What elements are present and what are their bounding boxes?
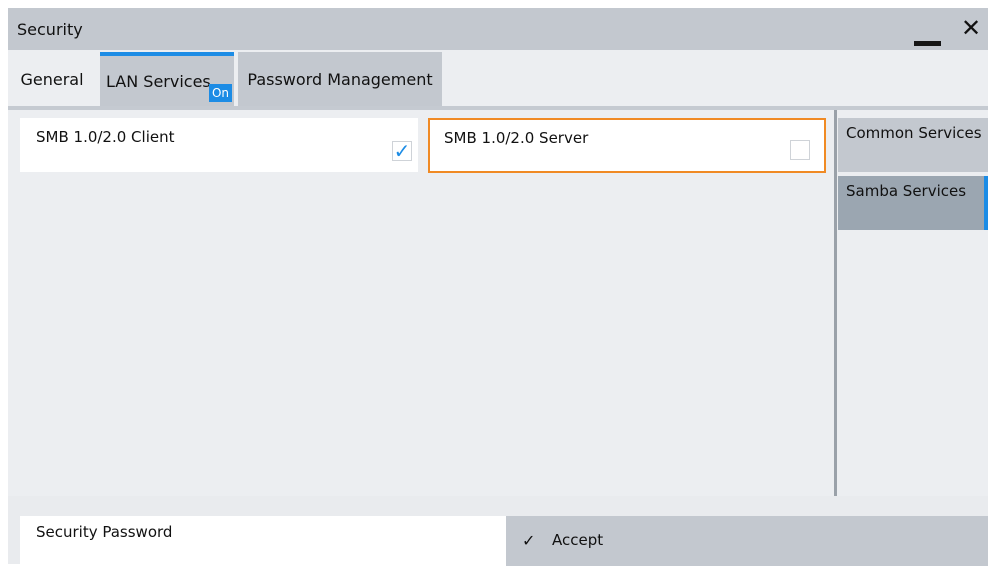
accept-label: Accept [552,531,604,549]
status-badge: On [209,84,232,102]
side-nav-common-services[interactable]: Common Services [838,118,988,172]
smb-client-checkbox[interactable]: ✓ [392,141,412,161]
smb-client-label: SMB 1.0/2.0 Client [36,128,175,146]
side-nav-common-services-label: Common Services [846,124,982,142]
tab-password-management[interactable]: Password Management [238,52,442,106]
tab-lan-services-label: LAN Services [106,71,211,91]
tab-lan-services[interactable]: LAN Services On [100,52,234,106]
close-icon[interactable]: ✕ [958,14,984,42]
title-bar: Security ✕ [8,8,988,50]
tab-password-management-label: Password Management [247,69,433,89]
smb-server-label: SMB 1.0/2.0 Server [444,129,589,147]
side-nav-samba-services-label: Samba Services [846,182,967,200]
smb-server-checkbox[interactable] [790,140,810,160]
window-title: Security [17,20,83,39]
side-nav-samba-services[interactable]: Samba Services [838,176,988,230]
tab-general[interactable]: General [10,52,94,106]
minimize-icon[interactable] [914,26,944,46]
tab-general-label: General [20,69,84,89]
accept-button[interactable]: ✓ Accept [506,516,988,566]
security-password-label: Security Password [36,523,173,541]
checkmark-icon: ✓ [522,531,536,550]
smb-client-field[interactable]: SMB 1.0/2.0 Client ✓ [20,118,418,172]
security-password-field[interactable]: Security Password [20,516,506,566]
smb-server-field[interactable]: SMB 1.0/2.0 Server [428,118,826,173]
